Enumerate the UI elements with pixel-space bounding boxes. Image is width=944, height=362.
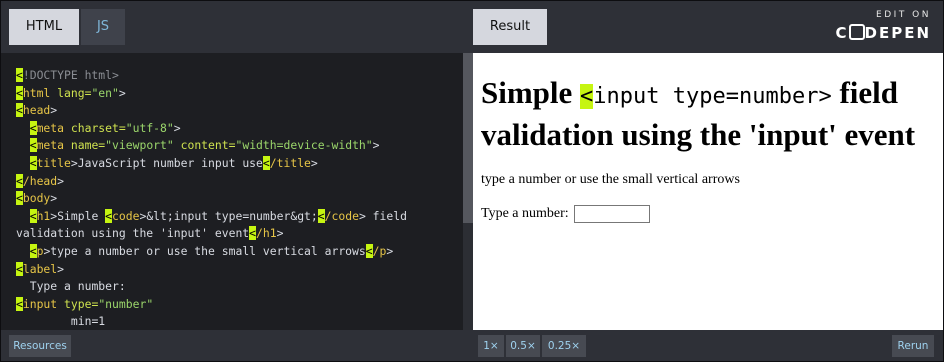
logo-letter-c: C	[835, 24, 849, 42]
codepen-cube-icon	[848, 24, 865, 40]
result-heading: Simple <input type=number> field validat…	[481, 75, 916, 152]
top-bar: HTML JS Result EDIT ON C DEPEN	[1, 1, 943, 53]
tab-result[interactable]: Result	[473, 9, 547, 45]
number-input[interactable]	[574, 205, 651, 223]
codepen-logo[interactable]: C DEPEN	[835, 24, 931, 42]
number-input-row: Type a number:	[481, 205, 943, 223]
code-scrollbar-thumb[interactable]	[463, 53, 473, 223]
rerun-button[interactable]: Rerun	[892, 335, 934, 357]
tab-html[interactable]: HTML	[9, 9, 79, 45]
number-input-label: Type a number:	[481, 206, 569, 222]
logo-text: DEPEN	[864, 24, 931, 42]
zoom-1x-button[interactable]: 1×	[478, 335, 504, 357]
zoom-0-5x-button[interactable]: 0.5×	[506, 335, 540, 357]
zoom-0-25x-button[interactable]: 0.25×	[542, 335, 586, 357]
code-block: <!DOCTYPE html> <html lang="en"> <head> …	[16, 68, 407, 329]
result-preview: Simple <input type=number> field validat…	[473, 53, 943, 330]
codepen-embed: HTML JS Result EDIT ON C DEPEN <!DOCTYPE …	[0, 0, 944, 362]
bottom-bar: Resources 1× 0.5× 0.25× Rerun	[1, 330, 943, 361]
resources-button[interactable]: Resources	[9, 335, 71, 357]
tab-js[interactable]: JS	[81, 9, 125, 45]
result-paragraph: type a number or use the small vertical …	[481, 172, 740, 187]
html-code-editor[interactable]: <!DOCTYPE html> <html lang="en"> <head> …	[1, 53, 463, 330]
edit-on-label[interactable]: EDIT ON	[876, 10, 931, 20]
